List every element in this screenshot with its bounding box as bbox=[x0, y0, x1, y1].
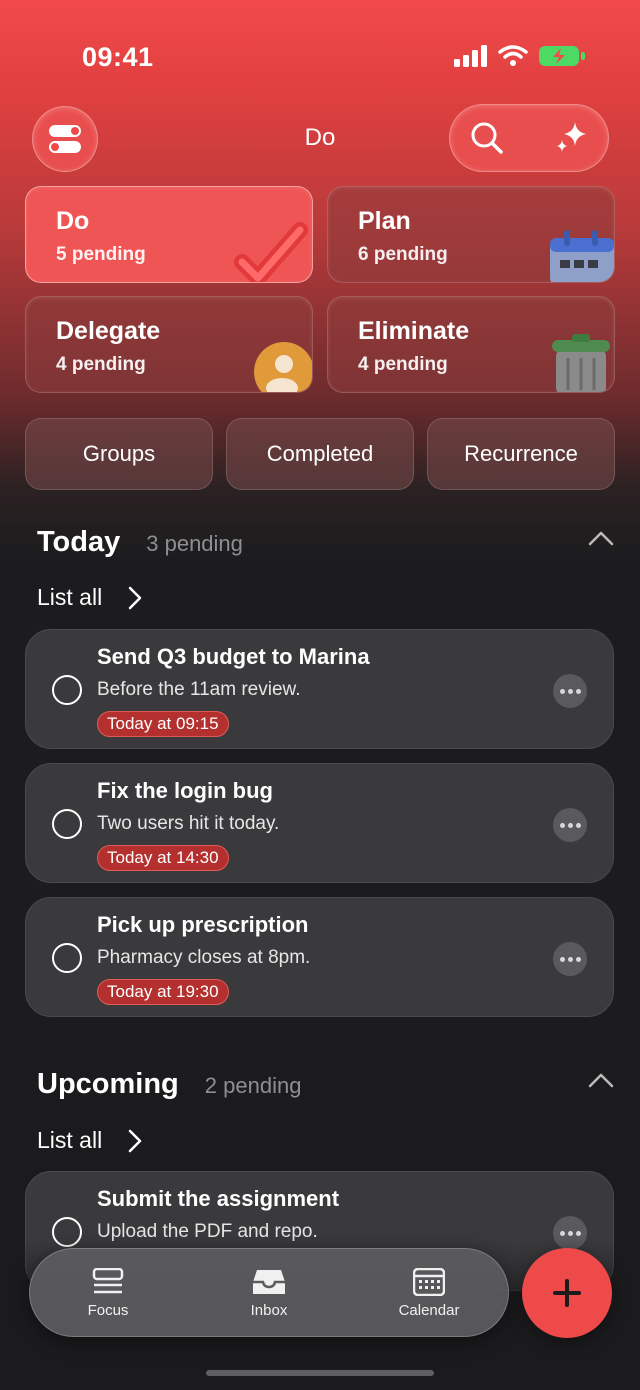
battery-charging-icon bbox=[539, 46, 585, 66]
ai-sparkle-button[interactable] bbox=[536, 105, 606, 171]
tab-bar: Focus Inbox Calendar bbox=[29, 1248, 509, 1337]
status-icons bbox=[454, 44, 586, 68]
tab-calendar[interactable]: Calendar bbox=[359, 1249, 499, 1338]
task-card[interactable]: Pick up prescription Pharmacy closes at … bbox=[25, 897, 614, 1017]
header-actions bbox=[449, 104, 609, 172]
plus-icon bbox=[553, 1279, 581, 1307]
filter-recurrence[interactable]: Recurrence bbox=[427, 418, 615, 490]
today-section-header: Today 3 pending bbox=[37, 526, 243, 559]
quadrant-do[interactable]: Do 5 pending bbox=[25, 186, 313, 283]
checkmark-icon bbox=[234, 222, 308, 282]
quadrant-count: 6 pending bbox=[358, 244, 448, 265]
collapse-today-icon[interactable] bbox=[588, 530, 614, 546]
task-note: Before the 11am review. bbox=[97, 679, 301, 700]
task-title: Fix the login bug bbox=[97, 778, 273, 803]
more-options-button[interactable] bbox=[553, 674, 587, 708]
tab-inbox[interactable]: Inbox bbox=[199, 1249, 339, 1338]
search-icon bbox=[471, 122, 503, 154]
sparkles-icon bbox=[557, 122, 586, 152]
chevron-right-icon bbox=[128, 1129, 142, 1152]
section-count: 3 pending bbox=[146, 531, 243, 556]
task-due-badge: Today at 19:30 bbox=[97, 979, 229, 1005]
chevron-right-icon bbox=[128, 586, 142, 609]
task-title: Submit the assignment bbox=[97, 1186, 340, 1211]
upcoming-section-header: Upcoming 2 pending bbox=[37, 1068, 301, 1101]
status-time: 09:41 bbox=[82, 42, 154, 72]
quadrant-count: 4 pending bbox=[56, 354, 146, 375]
quadrant-title: Delegate bbox=[56, 317, 161, 345]
home-indicator[interactable] bbox=[206, 1370, 434, 1376]
task-title: Send Q3 budget to Marina bbox=[97, 644, 370, 669]
quadrant-count: 4 pending bbox=[358, 354, 448, 375]
quadrant-plan[interactable]: Plan 6 pending bbox=[327, 186, 615, 283]
section-count: 2 pending bbox=[204, 1073, 302, 1098]
task-note: Pharmacy closes at 8pm. bbox=[97, 947, 311, 968]
inbox-tray-icon bbox=[253, 1270, 285, 1294]
list-all-label: List all bbox=[37, 1127, 103, 1153]
tab-focus[interactable]: Focus bbox=[38, 1249, 178, 1338]
quadrant-count: 5 pending bbox=[56, 244, 146, 265]
quadrant-title: Do bbox=[56, 207, 90, 235]
more-options-button[interactable] bbox=[553, 808, 587, 842]
calendar-grid-icon bbox=[413, 1268, 445, 1296]
people-icon bbox=[254, 342, 312, 392]
section-title: Today bbox=[37, 526, 121, 558]
more-options-button[interactable] bbox=[553, 942, 587, 976]
upcoming-list-all-link[interactable]: List all bbox=[37, 1127, 142, 1154]
tab-label: Inbox bbox=[250, 1302, 288, 1319]
search-button[interactable] bbox=[452, 105, 522, 171]
wifi-icon bbox=[498, 45, 528, 66]
task-checkbox[interactable] bbox=[52, 943, 82, 973]
focus-list-icon bbox=[92, 1268, 124, 1294]
task-card[interactable]: Fix the login bug Two users hit it today… bbox=[25, 763, 614, 883]
list-all-label: List all bbox=[37, 584, 103, 610]
today-list-all-link[interactable]: List all bbox=[37, 584, 142, 611]
tab-label: Calendar bbox=[398, 1302, 460, 1319]
task-checkbox[interactable] bbox=[52, 809, 82, 839]
task-card[interactable]: Send Q3 budget to Marina Before the 11am… bbox=[25, 629, 614, 749]
trash-icon bbox=[552, 334, 610, 392]
quadrant-delegate[interactable]: Delegate 4 pending bbox=[25, 296, 313, 393]
task-title: Pick up prescription bbox=[97, 912, 309, 937]
cellular-signal-icon bbox=[454, 45, 487, 67]
quadrant-title: Plan bbox=[358, 207, 411, 235]
tab-label: Focus bbox=[87, 1302, 129, 1319]
quadrant-title: Eliminate bbox=[358, 317, 470, 345]
collapse-upcoming-icon[interactable] bbox=[588, 1072, 614, 1088]
task-checkbox[interactable] bbox=[52, 675, 82, 705]
task-due-badge: Today at 09:15 bbox=[97, 711, 229, 737]
task-note: Two users hit it today. bbox=[97, 813, 280, 834]
filter-completed[interactable]: Completed bbox=[226, 418, 414, 490]
add-task-button[interactable] bbox=[522, 1248, 612, 1338]
section-title: Upcoming bbox=[37, 1068, 179, 1100]
filter-groups[interactable]: Groups bbox=[25, 418, 213, 490]
quadrant-eliminate[interactable]: Eliminate 4 pending bbox=[327, 296, 615, 393]
task-due-badge: Today at 14:30 bbox=[97, 845, 229, 871]
calendar-icon bbox=[550, 230, 614, 282]
